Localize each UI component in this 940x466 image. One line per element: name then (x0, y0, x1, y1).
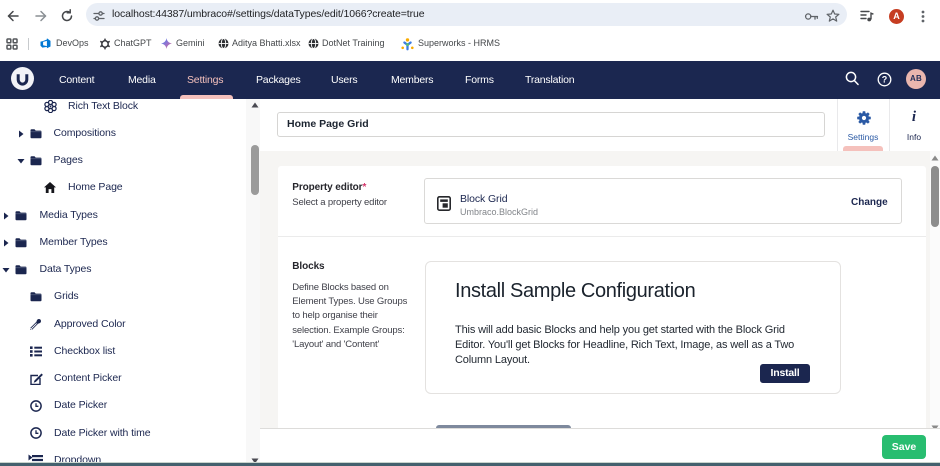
svg-text:?: ? (882, 74, 888, 84)
